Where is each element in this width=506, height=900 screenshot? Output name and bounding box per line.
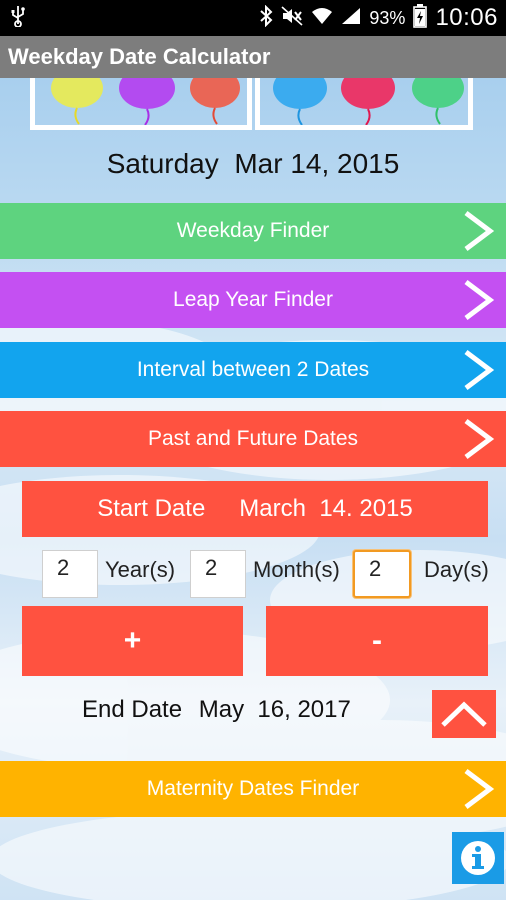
info-icon	[461, 841, 495, 875]
chevron-right-icon	[464, 350, 495, 390]
subtract-button[interactable]: -	[266, 606, 488, 676]
days-input[interactable]: 2	[353, 550, 411, 598]
chevron-right-icon	[464, 211, 495, 251]
current-date: Saturday Mar 14, 2015	[106, 148, 400, 179]
years-label: Year(s)	[105, 557, 176, 582]
end-date-value: May 16, 2017	[198, 696, 351, 723]
maternity-dates-finder-button[interactable]: Maternity Dates Finder	[0, 761, 506, 817]
weekday-finder-button[interactable]: Weekday Finder	[0, 203, 506, 259]
chevron-up-icon	[441, 701, 487, 727]
days-label: Day(s)	[424, 557, 489, 582]
balloon-banner-left	[30, 67, 252, 130]
subtract-label: -	[372, 624, 382, 657]
interval-between-dates-label: Interval between 2 Dates	[136, 358, 370, 381]
wifi-icon	[311, 7, 333, 30]
start-date-label: Start Date	[97, 495, 206, 522]
end-date-label: End Date	[82, 696, 183, 723]
leap-year-finder-button[interactable]: Leap Year Finder	[0, 272, 506, 328]
info-button[interactable]	[452, 832, 504, 884]
collapse-button[interactable]	[432, 690, 496, 738]
app-title: Weekday Date Calculator	[8, 44, 271, 69]
bluetooth-icon	[259, 4, 273, 32]
mute-icon	[281, 5, 303, 31]
battery-percent: 93%	[369, 7, 406, 28]
years-input[interactable]: 2	[42, 550, 98, 598]
end-date: End Date May 16, 2017	[82, 696, 351, 732]
start-date-value: March 14. 2015	[239, 495, 413, 522]
chevron-right-icon	[464, 769, 495, 809]
leap-year-finder-label: Leap Year Finder	[173, 288, 333, 311]
balloon-banner-right	[255, 67, 473, 130]
past-future-dates-label: Past and Future Dates	[147, 427, 359, 450]
start-date-button[interactable]: Start Date March 14. 2015	[22, 481, 488, 537]
interval-between-dates-button[interactable]: Interval between 2 Dates	[0, 342, 506, 398]
chevron-right-icon	[464, 280, 495, 320]
maternity-dates-finder-label: Maternity Dates Finder	[146, 777, 360, 800]
usb-icon	[10, 5, 26, 32]
battery-charging-icon	[413, 3, 428, 33]
add-button[interactable]: +	[22, 606, 243, 676]
chevron-right-icon	[464, 419, 495, 459]
status-bar: 93% 10:06	[0, 0, 506, 36]
balloons-image-right	[273, 67, 464, 126]
past-future-dates-button[interactable]: Past and Future Dates	[0, 411, 506, 467]
balloons-image-left	[51, 67, 240, 126]
months-label: Month(s)	[253, 557, 340, 582]
months-input[interactable]: 2	[190, 550, 246, 598]
signal-icon	[341, 7, 361, 30]
add-label: +	[123, 624, 142, 657]
app-title-bar: Weekday Date Calculator	[0, 36, 506, 78]
clock: 10:06	[435, 4, 498, 31]
weekday-finder-label: Weekday Finder	[176, 219, 330, 242]
